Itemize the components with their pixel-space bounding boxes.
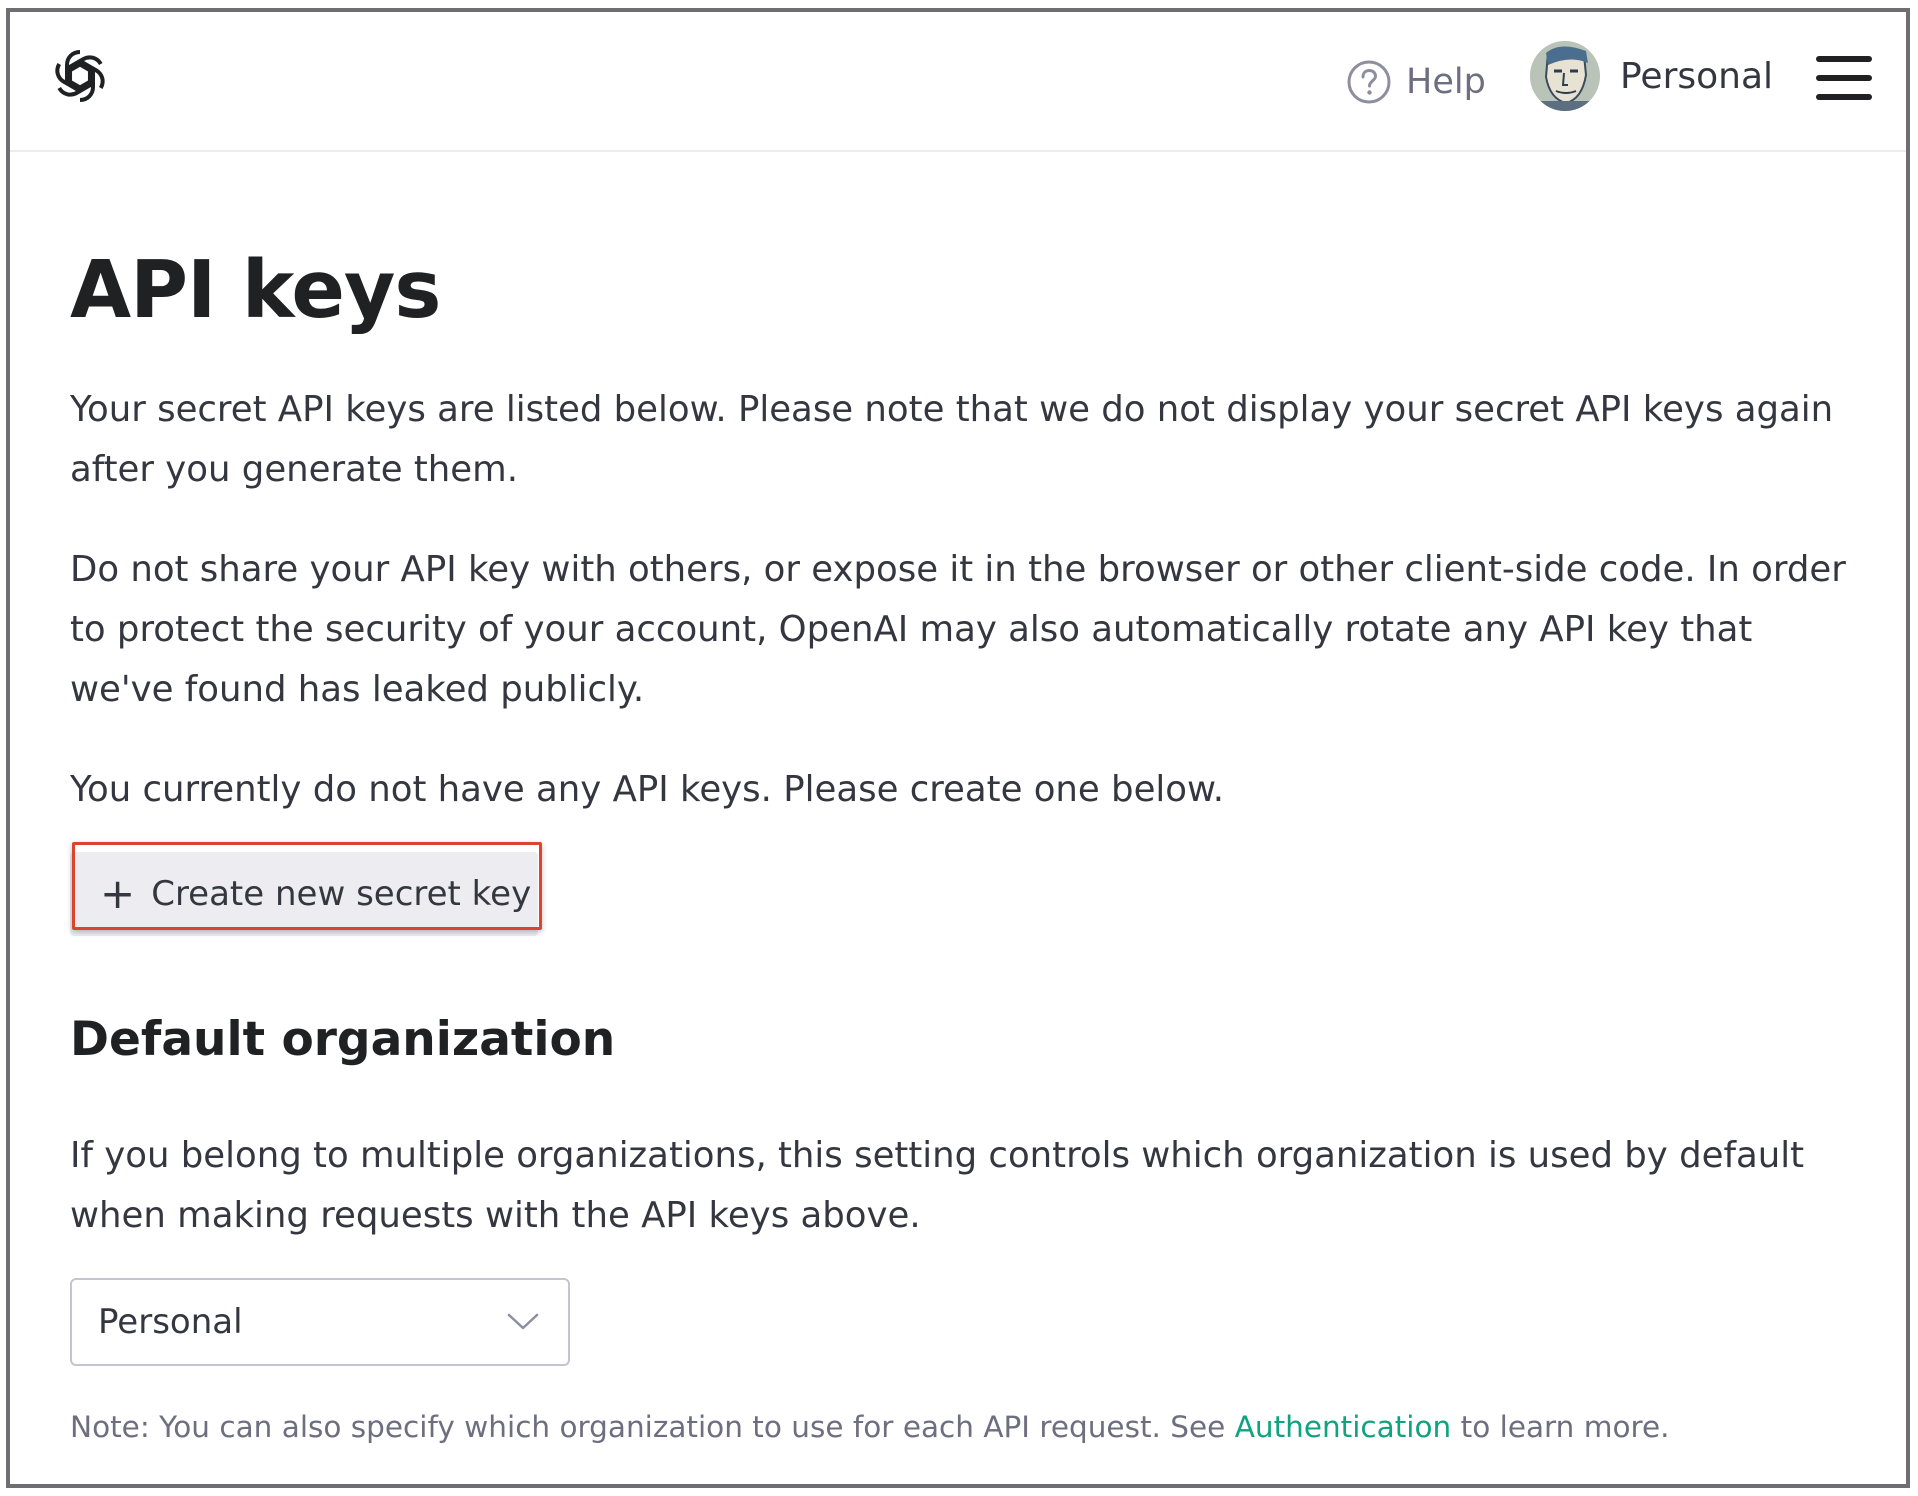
account-name: Personal: [1620, 55, 1774, 97]
page-title: API keys: [70, 244, 441, 336]
default-organization-heading: Default organization: [70, 1012, 616, 1067]
authentication-link[interactable]: Authentication: [1235, 1410, 1452, 1444]
account-switcher[interactable]: Personal: [1530, 38, 1773, 114]
hamburger-menu-icon[interactable]: [1816, 56, 1872, 100]
chevron-down-icon: [507, 1313, 539, 1330]
empty-state-text: You currently do not have any API keys. …: [70, 769, 1225, 810]
avatar: [1530, 41, 1600, 111]
plus-icon: +: [100, 869, 136, 918]
intro-paragraph-1: Your secret API keys are listed below. P…: [70, 389, 1834, 490]
help-link[interactable]: Help: [1346, 52, 1486, 112]
organization-select[interactable]: Personal: [70, 1278, 570, 1366]
organization-select-value: Personal: [98, 1302, 243, 1342]
default-organization-description: If you belong to multiple organizations,…: [70, 1135, 1805, 1236]
intro-paragraph-2: Do not share your API key with others, o…: [70, 549, 1846, 710]
question-circle-icon: [1347, 60, 1391, 104]
help-label: Help: [1406, 62, 1486, 102]
browser-frame: Help Personal API keys Your secret API k…: [6, 8, 1910, 1488]
note-prefix: Note: You can also specify which organiz…: [70, 1410, 1235, 1444]
openai-logo-icon[interactable]: [48, 44, 112, 108]
top-navigation-bar: Help Personal: [10, 12, 1906, 152]
organization-note: Note: You can also specify which organiz…: [70, 1410, 1670, 1444]
create-button-label: Create new secret key: [151, 874, 532, 914]
create-new-secret-key-button[interactable]: + Create new secret key: [70, 852, 538, 936]
note-suffix: to learn more.: [1451, 1410, 1670, 1444]
